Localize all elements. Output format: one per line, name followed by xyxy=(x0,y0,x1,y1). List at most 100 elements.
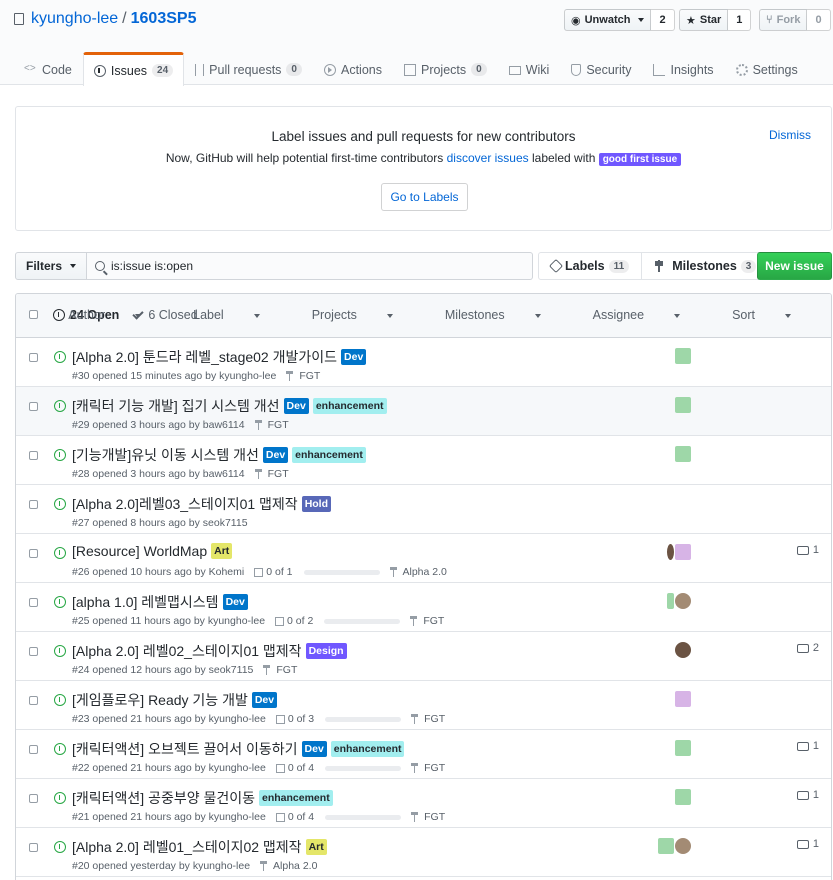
issue-row[interactable]: [Alpha 2.0] 툰드라 레벨_stage02 개발가이드 Dev #30 o… xyxy=(16,338,831,387)
avatar[interactable] xyxy=(667,544,674,560)
issue-row[interactable]: [캐릭터 기능 개발] 집기 시스템 개선 Dev enhancement #29 o… xyxy=(16,387,831,436)
avatar[interactable] xyxy=(675,642,691,658)
issue-milestone[interactable]: FGT xyxy=(411,762,445,774)
discover-issues-link[interactable]: discover issues xyxy=(447,151,529,165)
issue-milestone[interactable]: Alpha 2.0 xyxy=(389,566,447,578)
issue-row[interactable]: [Alpha 2.0]레벨03_스테이지01 맵제작 Hold #27 opened… xyxy=(16,485,831,534)
issue-milestone[interactable]: FGT xyxy=(411,713,445,725)
tab-settings[interactable]: Settings xyxy=(725,52,809,86)
issue-label[interactable]: enhancement xyxy=(312,398,387,414)
issue-milestone[interactable]: FGT xyxy=(286,370,320,382)
issue-label[interactable]: Hold xyxy=(301,496,332,512)
issue-milestone[interactable]: FGT xyxy=(411,811,445,823)
issue-checkbox[interactable] xyxy=(29,794,38,803)
issue-checkbox[interactable] xyxy=(29,353,38,362)
issue-milestone[interactable]: FGT xyxy=(254,419,289,431)
watch-count[interactable]: 2 xyxy=(651,9,675,31)
fork-count[interactable]: 0 xyxy=(807,9,831,31)
label-filter[interactable]: Label xyxy=(193,308,286,322)
avatar[interactable] xyxy=(675,397,691,413)
comments-link[interactable]: 2 xyxy=(796,642,819,654)
issue-label[interactable]: Dev xyxy=(262,447,289,463)
issue-row[interactable]: [캐릭터액션] 오브젝트 끌어서 이동하기 Dev enhancement #22 o… xyxy=(16,730,831,779)
issue-label[interactable]: enhancement xyxy=(292,447,366,463)
issue-row[interactable]: [캐릭터액션] 공중부양 물건이동 enhancement #21 opened 2… xyxy=(16,779,831,828)
milestones-button[interactable]: Milestones 3 xyxy=(641,253,768,279)
tab-pull-requests[interactable]: Pull requests 0 xyxy=(184,52,313,86)
issue-milestone[interactable]: FGT xyxy=(410,615,444,627)
issue-label[interactable]: Dev xyxy=(341,349,367,365)
issue-title-link[interactable]: [캐릭터액션] 오브젝트 끌어서 이동하기 xyxy=(72,739,298,759)
issue-label[interactable]: Dev xyxy=(222,594,248,610)
new-issue-button[interactable]: New issue xyxy=(757,252,832,280)
sort-menu[interactable]: Sort xyxy=(732,308,817,322)
issue-title-link[interactable]: [Alpha 2.0] 레벨02_스테이지01 맵제작 xyxy=(72,641,302,661)
issue-title-link[interactable]: [Alpha 2.0] 툰드라 레벨_stage02 개발가이드 xyxy=(72,347,337,367)
labels-button[interactable]: Labels 11 xyxy=(539,253,641,279)
tab-actions[interactable]: Actions xyxy=(313,52,393,86)
issue-title-link[interactable]: [캐릭터 기능 개발] 집기 시스템 개선 xyxy=(72,396,280,416)
go-to-labels-button[interactable]: Go to Labels xyxy=(381,183,468,211)
issue-label[interactable]: enhancement xyxy=(330,741,405,757)
issue-checkbox[interactable] xyxy=(29,500,38,509)
issue-row[interactable]: [Alpha 2.0] 레벨01_스테이지02 맵제작 Art #20 opened… xyxy=(16,828,831,877)
issue-title-link[interactable]: [기능개발]유닛 이동 시스템 개선 xyxy=(72,445,259,465)
tab-projects[interactable]: Projects 0 xyxy=(393,52,498,86)
issue-label[interactable]: enhancement xyxy=(259,790,333,806)
tab-insights[interactable]: Insights xyxy=(642,52,724,86)
issue-title-link[interactable]: [Alpha 2.0] 레벨01_스테이지02 맵제작 xyxy=(72,837,302,857)
issue-title-link[interactable]: [alpha 1.0] 레벨맵시스템 xyxy=(72,592,219,612)
issue-checkbox[interactable] xyxy=(29,598,38,607)
tab-security[interactable]: Security xyxy=(560,52,642,86)
avatar[interactable] xyxy=(675,691,691,707)
author-filter[interactable]: Author xyxy=(68,308,167,322)
issue-label[interactable]: Dev xyxy=(301,741,327,757)
issue-title-link[interactable]: [게임플로우] Ready 기능 개발 xyxy=(72,690,248,710)
issue-row[interactable]: [alpha 1.0] 레벨맵시스템 Dev #25 opened 11 hours… xyxy=(16,583,831,632)
issue-title-link[interactable]: [Resource] WorldMap xyxy=(72,543,207,559)
avatar[interactable] xyxy=(675,348,691,364)
issue-label[interactable]: Dev xyxy=(251,692,278,708)
issue-checkbox[interactable] xyxy=(29,451,38,460)
avatar[interactable] xyxy=(675,838,691,854)
tab-wiki[interactable]: Wiki xyxy=(498,52,561,86)
issue-row[interactable]: [Alpha 2.0] 레벨02_스테이지01 맵제작 Design #24 ope… xyxy=(16,632,831,681)
issue-checkbox[interactable] xyxy=(29,843,38,852)
issue-checkbox[interactable] xyxy=(29,696,38,705)
issue-checkbox[interactable] xyxy=(29,402,38,411)
avatar[interactable] xyxy=(675,593,691,609)
comments-link[interactable]: 1 xyxy=(796,740,819,752)
issue-row[interactable]: [기능개발]유닛 이동 시스템 개선 Dev enhancement #28 open… xyxy=(16,436,831,485)
tab-issues[interactable]: Issues 24 xyxy=(82,52,185,86)
issue-label[interactable]: Dev xyxy=(283,398,309,414)
star-count[interactable]: 1 xyxy=(728,9,752,31)
issue-title-link[interactable]: [Alpha 2.0]레벨03_스테이지01 맵제작 xyxy=(72,494,298,514)
repo-name-link[interactable]: 1603SP5 xyxy=(131,10,197,28)
avatar[interactable] xyxy=(675,446,691,462)
issue-label[interactable]: Design xyxy=(305,643,347,659)
issue-row[interactable]: [Resource] WorldMap Art #26 opened 10 hour… xyxy=(16,534,831,583)
assignee-filter[interactable]: Assignee xyxy=(593,308,706,322)
comments-link[interactable]: 1 xyxy=(796,544,819,556)
repo-owner-link[interactable]: kyungho-lee xyxy=(31,10,118,28)
avatar[interactable] xyxy=(675,789,691,805)
issue-milestone[interactable]: Alpha 2.0 xyxy=(260,860,317,872)
issue-checkbox[interactable] xyxy=(29,647,38,656)
avatar[interactable] xyxy=(675,544,691,560)
issue-milestone[interactable]: FGT xyxy=(254,468,289,480)
issue-title-link[interactable]: [캐릭터액션] 공중부양 물건이동 xyxy=(72,788,255,808)
dismiss-link[interactable]: Dismiss xyxy=(769,128,811,142)
select-all-checkbox[interactable] xyxy=(29,310,38,319)
filters-button[interactable]: Filters xyxy=(15,252,88,280)
milestones-filter[interactable]: Milestones xyxy=(445,308,567,322)
star-button[interactable]: ★ Star xyxy=(679,9,729,31)
tab-code[interactable]: Code xyxy=(14,52,83,86)
search-input[interactable]: is:issue is:open xyxy=(87,252,534,280)
projects-filter[interactable]: Projects xyxy=(312,308,419,322)
avatar[interactable] xyxy=(658,838,674,854)
issue-label[interactable]: Art xyxy=(305,839,327,855)
avatar[interactable] xyxy=(675,740,691,756)
issue-label[interactable]: Art xyxy=(211,543,233,559)
comments-link[interactable]: 1 xyxy=(796,838,819,850)
avatar[interactable] xyxy=(667,593,674,609)
